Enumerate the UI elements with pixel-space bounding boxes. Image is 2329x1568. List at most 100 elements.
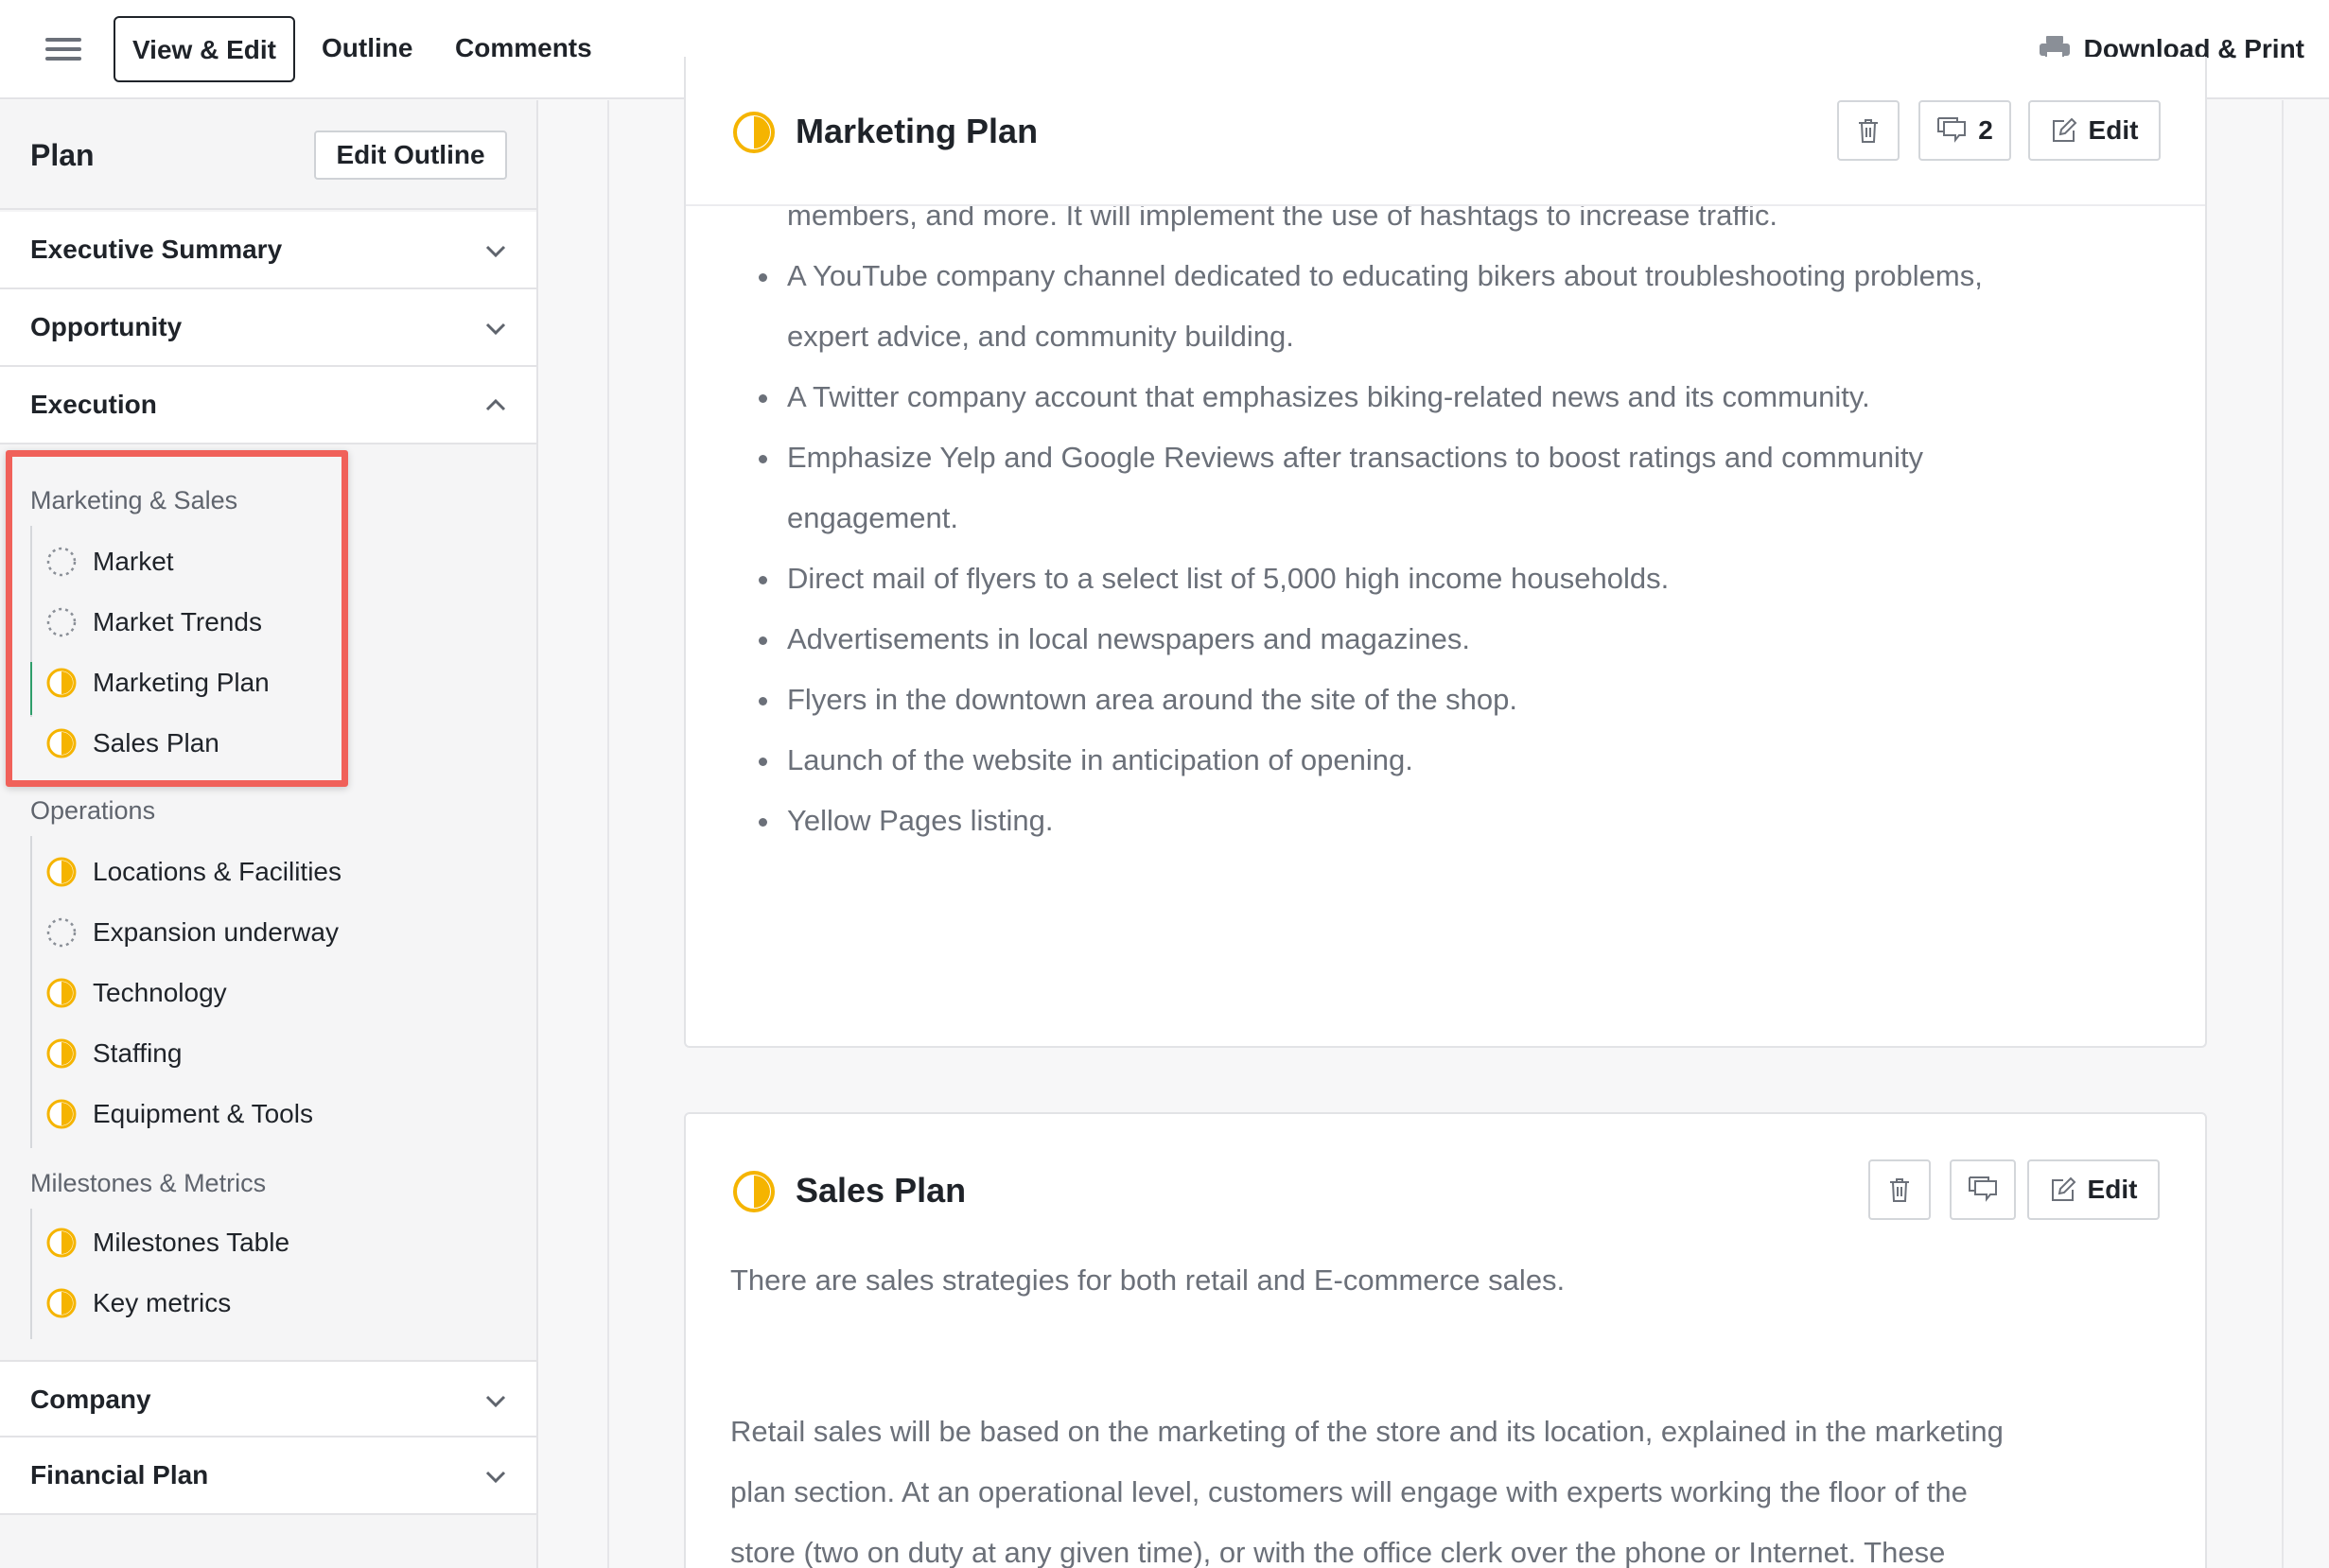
sidebar-item-label: Marketing Plan [93,668,270,697]
sidebar-item-label: Market [93,547,174,576]
comments-button[interactable] [1950,1159,2016,1220]
group-title-marketing-sales: Marketing & Sales [30,486,238,514]
sidebar: Plan Edit Outline Executive Summary Oppo… [0,100,538,1568]
status-half-icon [45,667,78,699]
sidebar-item-label: Locations & Facilities [93,857,342,886]
list-item-continuation: engagement. [759,488,2178,549]
sidebar-item-expansion-underway[interactable]: Expansion underway [45,904,339,961]
group-title-milestones-metrics: Milestones & Metrics [30,1169,267,1197]
group-title-operations: Operations [30,796,156,825]
sales-plan-title: Sales Plan [796,1171,967,1210]
edit-outline-button[interactable]: Edit Outline [314,131,507,180]
section-financial-plan[interactable]: Financial Plan [0,1437,536,1515]
section-company[interactable]: Company [0,1360,536,1437]
section-label: Financial Plan [30,1460,209,1490]
chevron-down-icon [485,245,506,258]
sidebar-item-marketing-plan[interactable]: Marketing Plan [45,654,270,711]
sidebar-item-market[interactable]: Market [45,533,174,590]
marketing-plan-list: A YouTube company channel dedicated to e… [759,246,2178,851]
list-item-text: expert advice, and community building. [787,320,1294,353]
status-empty-icon [45,546,78,578]
list-item: A YouTube company channel dedicated to e… [759,246,2178,306]
tree-line [30,836,32,1148]
tab-view-edit[interactable]: View & Edit [114,16,295,82]
sidebar-item-label: Equipment & Tools [93,1099,313,1128]
section-opportunity[interactable]: Opportunity [0,289,536,367]
list-item: Advertisements in local newspapers and m… [759,609,2178,670]
list-item: Emphasize Yelp and Google Reviews after … [759,427,2178,488]
sidebar-item-locations-facilities[interactable]: Locations & Facilities [45,844,341,900]
chevron-down-icon [485,1395,506,1408]
edit-icon [2051,1176,2075,1201]
sidebar-item-label: Key metrics [93,1288,232,1317]
section-execution[interactable]: Execution [0,367,536,444]
list-item: Flyers in the downtown area around the s… [759,670,2178,730]
chevron-up-icon [485,398,506,411]
status-half-icon [45,977,78,1009]
trash-icon [1890,1178,1909,1202]
sales-plan-line: Retail sales will be based on the market… [730,1415,2004,1448]
edit-label: Edit [2088,115,2139,145]
sidebar-item-label: Technology [93,978,227,1007]
section-label: Executive Summary [30,235,283,264]
status-half-icon [45,1287,78,1319]
hamburger-menu-icon[interactable] [45,36,83,62]
edit-button[interactable]: Edit [2027,1159,2160,1220]
status-half-icon [733,1171,775,1212]
section-label: Opportunity [30,312,183,341]
active-indicator [30,662,32,715]
sidebar-item-staffing[interactable]: Staffing [45,1025,182,1082]
list-item: Direct mail of flyers to a select list o… [759,549,2178,609]
status-half-icon [45,1037,78,1070]
status-half-icon [45,856,78,888]
sales-plan-line: plan section. At an operational level, c… [730,1475,1968,1508]
edit-icon [2052,117,2076,142]
marketing-plan-title: Marketing Plan [796,112,1039,150]
list-item: Launch of the website in anticipation of… [759,730,2178,791]
tab-outline[interactable]: Outline [322,16,412,82]
sidebar-header: Plan Edit Outline [0,100,536,210]
execution-subsections: Marketing & Sales Market Market Trends M… [0,444,536,1366]
trash-icon [1859,119,1878,143]
status-half-icon [45,1227,78,1259]
status-half-icon [733,112,775,153]
sales-plan-intro: There are sales strategies for both reta… [730,1263,1566,1297]
section-executive-summary[interactable]: Executive Summary [0,212,536,289]
list-item-text: engagement. [787,501,958,534]
sidebar-item-key-metrics[interactable]: Key metrics [45,1275,231,1332]
sales-plan-line: store (two on duty at any given time), o… [730,1536,1946,1568]
tab-comments[interactable]: Comments [455,16,592,82]
sidebar-title: Plan [30,138,95,172]
chevron-down-icon [485,322,506,336]
status-empty-icon [45,606,78,638]
sidebar-item-label: Market Trends [93,607,262,636]
comment-icon [1969,1176,1997,1202]
sidebar-item-milestones-table[interactable]: Milestones Table [45,1214,289,1271]
list-item-continuation: expert advice, and community building. [759,306,2178,367]
comment-icon [1937,117,1967,143]
section-label: Execution [30,390,157,419]
sidebar-item-equipment-tools[interactable]: Equipment & Tools [45,1086,313,1142]
sidebar-item-label: Staffing [93,1038,183,1068]
delete-button[interactable] [1837,100,1900,161]
status-half-icon [45,727,78,759]
comment-count: 2 [1978,115,1993,145]
edit-label: Edit [2087,1175,2138,1204]
comments-button[interactable]: 2 [1918,100,2011,161]
status-half-icon [45,1098,78,1130]
section-label: Company [30,1385,151,1414]
sidebar-item-label: Milestones Table [93,1228,290,1257]
delete-button[interactable] [1868,1159,1931,1220]
list-item: Yellow Pages listing. [759,791,2178,851]
marketing-plan-header: Marketing Plan 2 Edit [686,100,2205,206]
sidebar-item-market-trends[interactable]: Market Trends [45,594,262,651]
sidebar-item-sales-plan[interactable]: Sales Plan [45,715,219,772]
sidebar-item-technology[interactable]: Technology [45,965,227,1021]
status-empty-icon [45,916,78,949]
sidebar-item-label: Expansion underway [93,917,339,947]
edit-button[interactable]: Edit [2028,100,2161,161]
tree-line [30,1209,32,1339]
list-item: A Twitter company account that emphasize… [759,367,2178,427]
sidebar-item-label: Sales Plan [93,728,219,758]
chevron-down-icon [485,1471,506,1484]
